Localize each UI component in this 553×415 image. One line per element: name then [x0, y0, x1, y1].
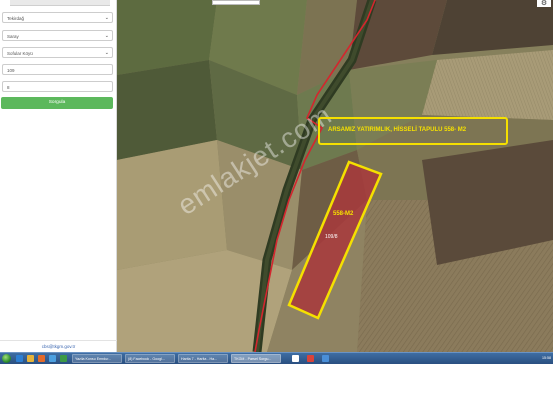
neighborhood-select[interactable]: Sofular Köyü ⌄	[2, 47, 113, 58]
system-tray: 15:58	[542, 354, 551, 363]
province-select-value: Tekirdağ	[7, 16, 25, 21]
annotation-title: ARSAMIZ YATIRIMLIK, HİSSELİ TAPULU 558- …	[328, 127, 467, 133]
taskbar-task[interactable]: (8) Facebook - Googl...	[125, 354, 175, 363]
panel-tab-bar[interactable]	[10, 0, 110, 6]
parcel-input-value: 8	[7, 85, 10, 90]
taskbar: Yazila Konsu Emrdur... (8) Facebook - Go…	[0, 352, 553, 364]
ie-icon[interactable]	[16, 355, 23, 362]
chevron-down-icon: ⌄	[104, 50, 109, 56]
district-select-value: Saray	[7, 34, 19, 39]
block-input[interactable]: 109	[2, 64, 113, 75]
query-button[interactable]: Sorgula	[1, 97, 113, 109]
parcel-area-label: 558-M2	[333, 211, 354, 217]
satellite-map[interactable]: emlakjet.com	[117, 0, 553, 352]
annotation-box: ARSAMIZ YATIRIMLIK, HİSSELİ TAPULU 558- …	[318, 117, 508, 145]
taskbar-task-label: Harita 7 - Harita - Ha...	[181, 357, 218, 361]
blank-area	[0, 364, 553, 415]
start-button[interactable]	[2, 354, 11, 363]
neighborhood-select-value: Sofular Köyü	[7, 51, 33, 56]
contact-email-link[interactable]: cbs@tkgm.gov.tr	[0, 344, 117, 349]
district-select[interactable]: Saray ⌄	[2, 30, 113, 41]
taskbar-task-label: Yazila Konsu Emrdur...	[75, 357, 112, 361]
taskbar-task[interactable]: Harita 7 - Harita - Ha...	[178, 354, 228, 363]
messenger-icon[interactable]	[49, 355, 56, 362]
footer-divider	[0, 340, 117, 341]
parcel-number-label: 109/8	[325, 234, 338, 240]
gear-icon[interactable]: ⚙	[537, 0, 551, 7]
clock[interactable]: 15:58	[542, 356, 551, 360]
photoshop-icon[interactable]	[292, 355, 299, 362]
province-select[interactable]: Tekirdağ ⌄	[2, 12, 113, 23]
taskbar-task[interactable]: Yazila Konsu Emrdur...	[72, 354, 122, 363]
media-icon[interactable]	[38, 355, 45, 362]
word-icon[interactable]	[322, 355, 329, 362]
satellite-imagery	[117, 0, 553, 352]
taskbar-task-label: (8) Facebook - Googl...	[128, 357, 165, 361]
folder-icon[interactable]	[27, 355, 34, 362]
taskbar-task-active[interactable]: TKGM - Parsel Sorgu...	[231, 354, 281, 363]
chevron-down-icon: ⌄	[104, 33, 109, 39]
parcel-query-panel: Tekirdağ ⌄ Saray ⌄ Sofular Köyü ⌄ 109 8 …	[0, 0, 117, 352]
chevron-down-icon: ⌄	[104, 15, 109, 21]
block-input-value: 109	[7, 68, 15, 73]
parcel-input[interactable]: 8	[2, 81, 113, 92]
app-icon[interactable]	[60, 355, 67, 362]
taskbar-task-label: TKGM - Parsel Sorgu...	[234, 357, 272, 361]
map-top-toolbar[interactable]	[212, 0, 260, 5]
chrome-icon[interactable]	[307, 355, 314, 362]
